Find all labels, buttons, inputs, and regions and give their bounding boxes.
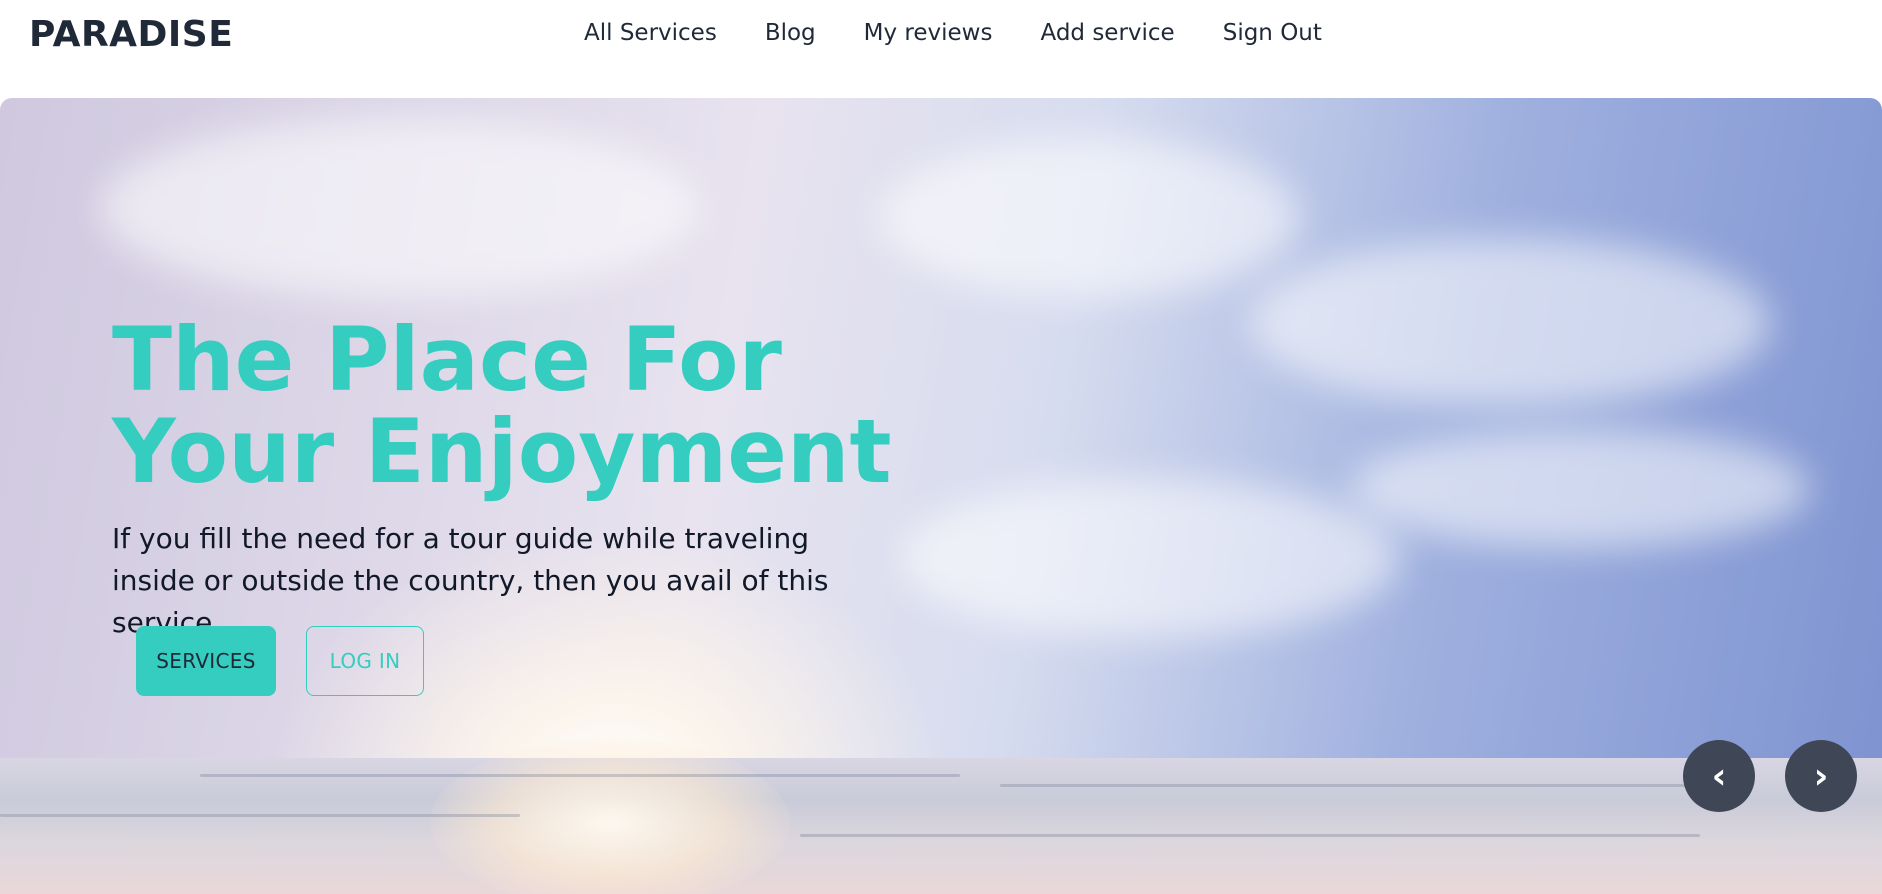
wave-line bbox=[800, 834, 1700, 837]
nav-link-my-reviews[interactable]: My reviews bbox=[840, 20, 1017, 46]
login-button[interactable]: LOG IN bbox=[306, 626, 424, 696]
wave-line bbox=[1000, 784, 1700, 787]
nav-link-sign-out[interactable]: Sign Out bbox=[1199, 20, 1346, 46]
hero-banner: The Place For Your Enjoyment If you fill… bbox=[0, 98, 1882, 894]
brand-logo[interactable]: PARADISE bbox=[29, 14, 233, 55]
nav-menu: All Services Blog My reviews Add service… bbox=[584, 20, 1346, 46]
cloud-shape bbox=[880, 138, 1300, 298]
chevron-left-icon: ‹ bbox=[1711, 755, 1727, 797]
cloud-shape bbox=[1350, 428, 1810, 548]
cloud-shape bbox=[100, 118, 700, 298]
nav-link-all-services[interactable]: All Services bbox=[584, 20, 741, 46]
cloud-shape bbox=[900, 478, 1400, 638]
sea-surface bbox=[0, 758, 1882, 894]
services-button[interactable]: SERVICES bbox=[136, 626, 276, 696]
navbar: PARADISE All Services Blog My reviews Ad… bbox=[0, 0, 1882, 98]
hero-title: The Place For Your Enjoyment bbox=[112, 308, 892, 503]
cloud-shape bbox=[1250, 238, 1770, 408]
chevron-right-icon: › bbox=[1813, 755, 1829, 797]
wave-line bbox=[200, 774, 960, 777]
nav-link-blog[interactable]: Blog bbox=[741, 20, 840, 46]
nav-link-add-service[interactable]: Add service bbox=[1016, 20, 1198, 46]
carousel-next-button[interactable]: › bbox=[1785, 740, 1857, 812]
carousel-prev-button[interactable]: ‹ bbox=[1683, 740, 1755, 812]
wave-line bbox=[0, 814, 520, 817]
